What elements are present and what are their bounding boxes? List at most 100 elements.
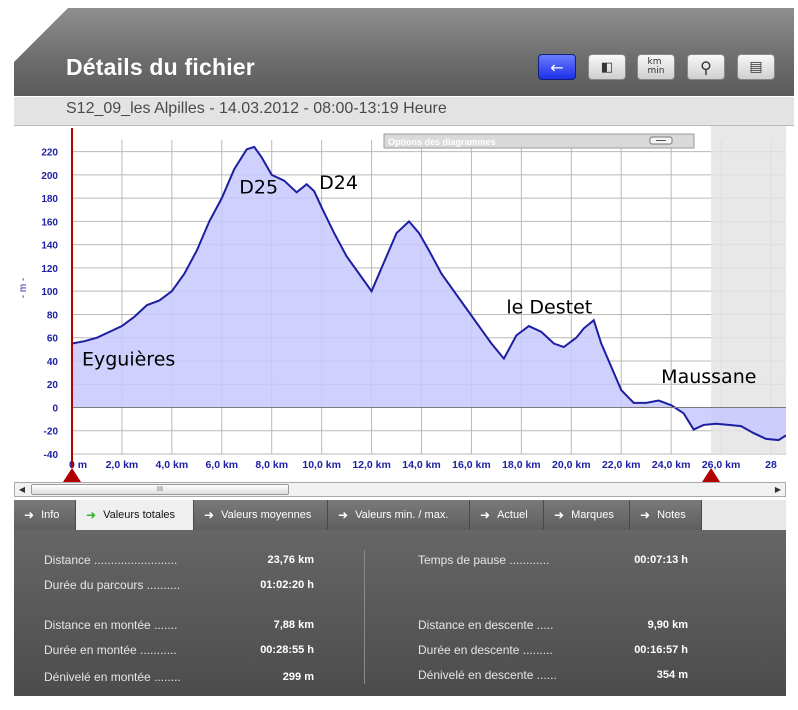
arrow-right-icon: ➜ bbox=[204, 508, 215, 522]
tab-info[interactable]: ➜ Info bbox=[14, 500, 76, 530]
arrow-right-icon: ➜ bbox=[338, 508, 349, 522]
arrow-left-icon: ← bbox=[550, 57, 564, 77]
stat-label: Distance ......................... bbox=[44, 553, 178, 567]
units-button[interactable]: km min bbox=[637, 54, 675, 80]
page-title: Détails du fichier bbox=[66, 54, 255, 80]
tab-marques[interactable]: ➜ Marques bbox=[544, 500, 630, 530]
x-tick-label: 12,0 km bbox=[352, 459, 391, 471]
y-tick-label: 40 bbox=[47, 357, 59, 368]
chart-options-panel[interactable]: Options des diagrammes bbox=[383, 133, 695, 149]
horizontal-scrollbar[interactable]: ◀ III ▶ bbox=[14, 482, 786, 497]
scroll-right-icon[interactable]: ▶ bbox=[771, 483, 785, 496]
tab-label: Valeurs moyennes bbox=[221, 509, 312, 521]
scroll-left-icon[interactable]: ◀ bbox=[15, 483, 29, 496]
view-button[interactable]: ◧ bbox=[588, 54, 626, 80]
stat-value: 7,88 km bbox=[273, 619, 314, 631]
y-tick-label: -40 bbox=[44, 450, 59, 461]
tab-valeurs-moyennes[interactable]: ➜ Valeurs moyennes bbox=[194, 500, 328, 530]
x-tick-label: 10,0 km bbox=[302, 459, 341, 471]
y-tick-label: -20 bbox=[44, 427, 59, 438]
back-button[interactable]: ← bbox=[538, 54, 576, 80]
x-tick-label: 18,0 km bbox=[502, 459, 541, 471]
y-tick-label: 0 bbox=[52, 403, 58, 414]
stat-value: 354 m bbox=[656, 669, 688, 681]
x-tick-label: 20,0 km bbox=[552, 459, 591, 471]
stat-value: 01:02:20 h bbox=[260, 579, 314, 591]
tab-actuel[interactable]: ➜ Actuel bbox=[470, 500, 544, 530]
x-axis-ticks: 0 m 2,0 km 4,0 km 6,0 km 8,0 km 10,0 km 12,0 k… bbox=[69, 459, 777, 471]
printer-icon: ▤ bbox=[749, 59, 763, 75]
y-axis-label: - m - bbox=[18, 278, 29, 299]
file-subtitle: S12_09_les Alpilles - 14.03.2012 - 08:00… bbox=[66, 100, 447, 117]
arrow-right-icon: ➜ bbox=[24, 508, 35, 522]
x-tick-label: 6,0 km bbox=[205, 459, 238, 471]
stat-label: Dénivelé en descente ...... bbox=[418, 668, 557, 682]
y-tick-label: 60 bbox=[47, 334, 59, 345]
tab-valeurs-totales[interactable]: ➜ Valeurs totales bbox=[76, 500, 194, 530]
tab-bar: ➜ Info ➜ Valeurs totales ➜ Valeurs moyennes ➜ V… bbox=[14, 500, 786, 530]
y-tick-label: 180 bbox=[41, 194, 58, 205]
stat-label: Durée en montée ........... bbox=[44, 643, 177, 657]
arrow-right-icon: ➜ bbox=[86, 508, 97, 522]
tab-label: Notes bbox=[657, 509, 686, 521]
scrollbar-thumb[interactable]: III bbox=[31, 484, 289, 495]
stat-value: 00:28:55 h bbox=[260, 644, 314, 656]
tab-label: Info bbox=[41, 509, 60, 521]
y-tick-label: 220 bbox=[41, 148, 58, 159]
header-corner bbox=[14, 8, 68, 62]
x-tick-label: 16,0 km bbox=[452, 459, 491, 471]
x-tick-label: 8,0 km bbox=[255, 459, 288, 471]
x-tick-label: 24,0 km bbox=[652, 459, 691, 471]
y-tick-label: 160 bbox=[41, 217, 58, 228]
km-min-toggle-icon: km min bbox=[647, 57, 665, 76]
y-tick-label: 120 bbox=[41, 264, 58, 275]
tab-notes[interactable]: ➜ Notes bbox=[630, 500, 702, 530]
tab-label: Valeurs min. / max. bbox=[355, 509, 449, 521]
annotation-label: le Destet bbox=[506, 296, 592, 318]
header-bar bbox=[14, 8, 794, 96]
x-tick-label: 28 bbox=[765, 459, 777, 471]
arrow-right-icon: ➜ bbox=[480, 508, 491, 522]
arrow-right-icon: ➜ bbox=[640, 508, 651, 522]
x-tick-label: 26,0 km bbox=[702, 459, 741, 471]
chart-options-label: Options des diagrammes bbox=[388, 137, 496, 147]
annotation-label: Maussane bbox=[661, 366, 756, 388]
y-tick-label: 100 bbox=[41, 287, 58, 298]
stats-panel: Distance ......................... 23,76 … bbox=[14, 530, 786, 696]
stat-label: Durée en descente ......... bbox=[418, 643, 553, 657]
stat-value: 299 m bbox=[282, 671, 314, 683]
stat-value: 00:07:13 h bbox=[634, 554, 688, 566]
annotation-label: D24 bbox=[319, 172, 358, 194]
stat-label: Distance en montée ....... bbox=[44, 618, 178, 632]
tab-label: Marques bbox=[571, 509, 614, 521]
tab-label: Actuel bbox=[497, 509, 528, 521]
stat-label: Durée du parcours .......... bbox=[44, 578, 181, 592]
elevation-chart[interactable]: 220200180160140120100806040200-20-40 0 m… bbox=[14, 126, 786, 482]
stat-value: 9,90 km bbox=[647, 619, 688, 631]
annotation-label: Eyguières bbox=[82, 349, 175, 371]
zoom-button[interactable]: ⚲ bbox=[687, 54, 725, 80]
arrow-right-icon: ➜ bbox=[554, 508, 565, 522]
y-tick-label: 80 bbox=[47, 310, 59, 321]
x-tick-label: 14,0 km bbox=[402, 459, 441, 471]
y-tick-label: 200 bbox=[41, 171, 58, 182]
stats-divider bbox=[364, 550, 365, 684]
y-tick-label: 140 bbox=[41, 241, 58, 252]
tab-valeurs-min-max[interactable]: ➜ Valeurs min. / max. bbox=[328, 500, 470, 530]
window: Détails du fichier ← ◧ km min ⚲ ▤ S12_09_… bbox=[0, 0, 798, 710]
stat-value: 23,76 km bbox=[267, 554, 314, 566]
print-button[interactable]: ▤ bbox=[737, 54, 775, 80]
chart-shaded-region bbox=[711, 126, 786, 454]
stat-label: Temps de pause ............ bbox=[418, 553, 550, 567]
y-tick-label: 20 bbox=[47, 380, 59, 391]
out-of-range-shade bbox=[711, 126, 786, 454]
x-tick-label: 2,0 km bbox=[106, 459, 139, 471]
x-tick-label: 22,0 km bbox=[602, 459, 641, 471]
stat-label: Dénivelé en montée ........ bbox=[44, 670, 181, 684]
file-info-bar: S12_09_les Alpilles - 14.03.2012 - 08:00… bbox=[14, 97, 794, 126]
magnifier-icon: ⚲ bbox=[700, 57, 712, 77]
tab-label: Valeurs totales bbox=[103, 509, 176, 521]
x-tick-label: 4,0 km bbox=[156, 459, 189, 471]
stat-value: 00:16:57 h bbox=[634, 644, 688, 656]
profile-icon: ◧ bbox=[600, 59, 614, 75]
